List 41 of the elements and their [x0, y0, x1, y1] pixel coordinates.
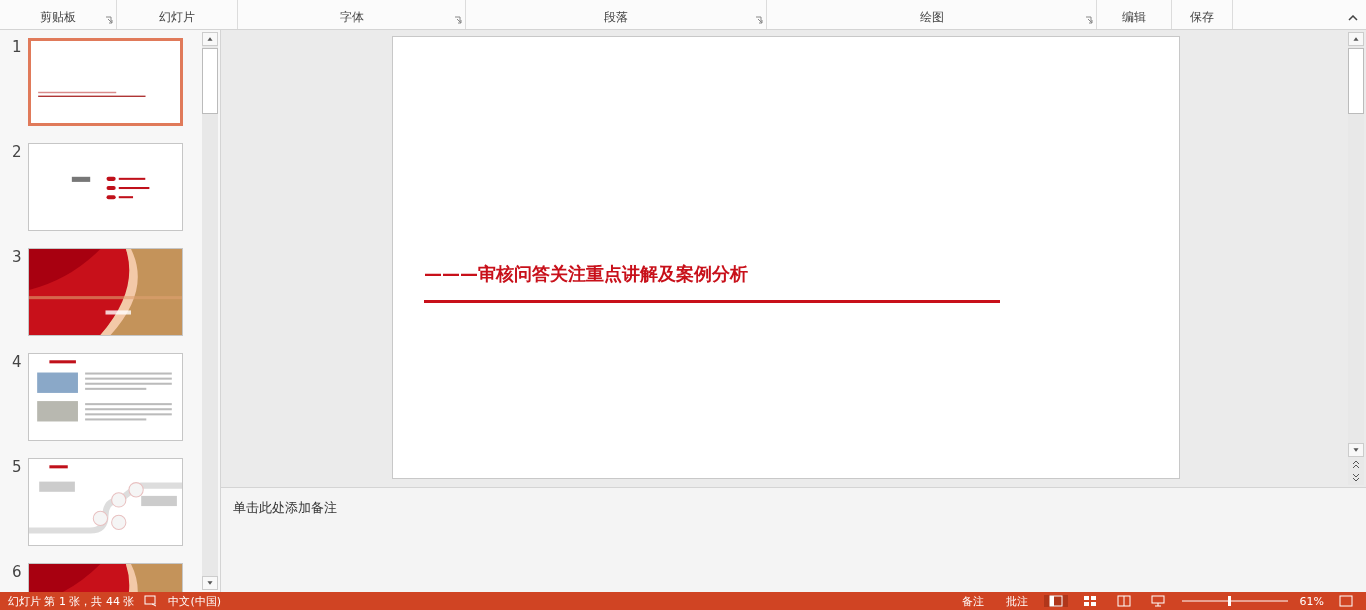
- normal-view-icon[interactable]: [1043, 595, 1068, 607]
- group-label: 绘图: [919, 9, 944, 26]
- collapse-ribbon-icon[interactable]: [1348, 15, 1358, 21]
- group-label: 编辑: [1122, 9, 1146, 26]
- zoom-slider-thumb[interactable]: [1227, 596, 1231, 606]
- slide-number: 5: [11, 458, 23, 476]
- slide-number: 4: [11, 353, 23, 371]
- comments-button[interactable]: 批注: [999, 593, 1034, 609]
- slide-thumbnail[interactable]: [28, 248, 183, 336]
- scroll-up-icon[interactable]: [202, 32, 218, 46]
- scroll-down-icon[interactable]: [1348, 443, 1364, 457]
- slide-thumbnail[interactable]: [28, 38, 183, 126]
- slide-thumbnail[interactable]: [28, 353, 183, 441]
- slide-title[interactable]: ———审核问答关注重点讲解及案例分析: [424, 262, 1000, 286]
- thumbnail-scrollbar[interactable]: [202, 32, 218, 590]
- spellcheck-icon[interactable]: [144, 595, 159, 607]
- notes-placeholder: 单击此处添加备注: [233, 500, 337, 515]
- group-label: 字体: [339, 9, 364, 26]
- slide-canvas[interactable]: ———审核问答关注重点讲解及案例分析: [392, 36, 1180, 479]
- group-label: 保存: [1190, 9, 1214, 26]
- launcher-icon[interactable]: [105, 16, 113, 24]
- scroll-thumb[interactable]: [202, 48, 218, 114]
- slide-number: 3: [11, 248, 23, 266]
- language-status[interactable]: 中文(中国): [168, 593, 222, 609]
- launcher-icon[interactable]: [755, 16, 763, 24]
- notes-button[interactable]: 备注: [955, 593, 990, 609]
- slide-number: 1: [11, 38, 23, 56]
- launcher-icon[interactable]: [1085, 16, 1093, 24]
- group-label: 段落: [604, 9, 628, 26]
- launcher-icon[interactable]: [454, 16, 462, 24]
- slide-thumbnail[interactable]: [28, 458, 183, 546]
- slide-number: 6: [11, 563, 23, 581]
- slide-thumbnail[interactable]: [28, 143, 183, 231]
- group-label: 剪贴板: [40, 9, 76, 26]
- zoom-level[interactable]: 61%: [1299, 594, 1324, 608]
- scroll-up-icon[interactable]: [1348, 32, 1364, 46]
- slide-number: 2: [11, 143, 23, 161]
- scroll-thumb[interactable]: [1348, 48, 1364, 114]
- slide-count: 幻灯片 第 1 张，共 44 张: [8, 593, 135, 609]
- group-label: 幻灯片: [159, 9, 195, 26]
- scroll-down-icon[interactable]: [202, 576, 218, 590]
